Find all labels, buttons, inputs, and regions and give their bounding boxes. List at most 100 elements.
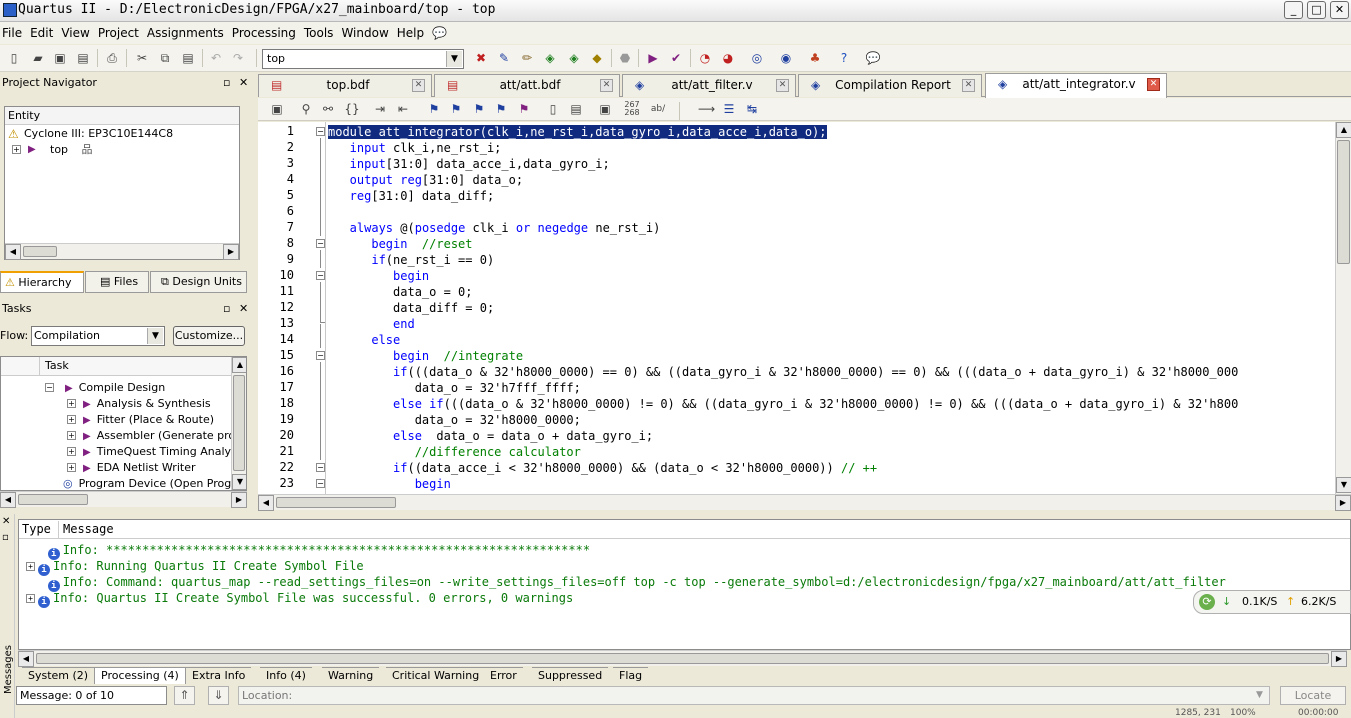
undo-icon[interactable]: ↶: [208, 50, 224, 66]
scroll-thumb[interactable]: [276, 497, 396, 508]
task-row[interactable]: + ▶ Assembler (Generate prog: [67, 428, 242, 444]
prev-bookmark-icon[interactable]: ⚑: [471, 101, 487, 117]
menu-assignments[interactable]: Assignments: [147, 26, 232, 40]
tab-att-bdf[interactable]: ▤ att/att.bdf ✕: [434, 74, 620, 97]
close-tab-icon[interactable]: ✕: [1147, 78, 1160, 91]
menu-tools[interactable]: Tools: [304, 26, 342, 40]
tab-files[interactable]: ▤ Files: [85, 271, 149, 293]
redo-icon[interactable]: ↷: [230, 50, 246, 66]
close-pane-icon[interactable]: ✕: [239, 300, 248, 317]
list-icon[interactable]: ☰: [721, 101, 737, 117]
fold-toggle[interactable]: −: [316, 351, 325, 360]
tab-top-bdf[interactable]: ▤ top.bdf ✕: [258, 74, 432, 97]
float-pane-icon[interactable]: ▫: [223, 74, 230, 91]
menu-project[interactable]: Project: [98, 26, 147, 40]
find-replace-icon[interactable]: ⚯: [320, 101, 336, 117]
scroll-down-icon[interactable]: ▼: [1336, 477, 1351, 493]
scroll-right-icon[interactable]: ▶: [231, 492, 247, 508]
code-line-14[interactable]: else: [328, 332, 400, 348]
code-line-1[interactable]: module att_integrator(clk_i,ne_rst_i,dat…: [328, 124, 827, 140]
clear-bookmark-icon[interactable]: ⚑: [493, 101, 509, 117]
tab-critical-warning[interactable]: Critical Warning: [386, 667, 486, 684]
prev-message-icon[interactable]: ⇑: [174, 686, 195, 705]
chevron-down-icon[interactable]: ▼: [147, 328, 163, 344]
code-line-19[interactable]: data_o = 32'h8000_0000;: [328, 412, 581, 428]
outdent-icon[interactable]: ⇤: [395, 101, 411, 117]
chevron-down-icon[interactable]: ▼: [446, 51, 462, 67]
stop-icon[interactable]: ⬣: [617, 50, 633, 66]
text-editor-icon[interactable]: ▣: [269, 101, 285, 117]
code-line-13[interactable]: end: [328, 316, 415, 332]
code-line-4[interactable]: output reg[31:0] data_o;: [328, 172, 523, 188]
scroll-thumb[interactable]: [18, 494, 88, 505]
close-tab-icon[interactable]: ✕: [776, 79, 789, 92]
code-vscroll[interactable]: ▲ ▼: [1335, 122, 1351, 494]
code-line-9[interactable]: if(ne_rst_i == 0): [328, 252, 494, 268]
insert-template-icon[interactable]: ▯: [545, 101, 561, 117]
tab-extra-info[interactable]: Extra Info: [186, 667, 252, 684]
netlist-viewer-icon[interactable]: ✖: [473, 50, 489, 66]
code-line-20[interactable]: else data_o = data_o + data_gyro_i;: [328, 428, 653, 444]
arrow-right-icon[interactable]: ⟶: [698, 101, 715, 117]
template-icon[interactable]: ▤: [568, 101, 584, 117]
signaltap-icon[interactable]: ◉: [778, 50, 794, 66]
task-vscroll[interactable]: ▲ ▼: [231, 357, 246, 490]
comment-icon[interactable]: ▣: [597, 101, 613, 117]
code-line-7[interactable]: always @(posedge clk_i or negedge ne_rst…: [328, 220, 661, 236]
programmer-icon[interactable]: ◎: [749, 50, 765, 66]
code-line-22[interactable]: if((data_acce_i < 32'h8000_0000) && (dat…: [328, 460, 877, 476]
scroll-up-icon[interactable]: ▲: [1336, 122, 1351, 138]
code-line-8[interactable]: begin //reset: [328, 236, 472, 252]
menu-processing[interactable]: Processing: [232, 26, 304, 40]
flow-combo[interactable]: Compilation ▼: [31, 326, 165, 346]
tab-flag[interactable]: Flag: [613, 667, 649, 684]
print-icon[interactable]: ⎙: [104, 50, 120, 66]
task-row[interactable]: ◎Program Device (Open Programmer): [63, 476, 246, 490]
message-hscroll[interactable]: ◀ ▶: [18, 650, 1347, 667]
minimize-button[interactable]: _: [1284, 1, 1303, 19]
help-balloon-icon[interactable]: 💬: [432, 26, 455, 40]
braces-icon[interactable]: {}: [344, 101, 360, 117]
indent-icon[interactable]: ⇥: [372, 101, 388, 117]
scroll-thumb[interactable]: [36, 653, 1329, 664]
bookmark-all-icon[interactable]: ⚑: [516, 101, 532, 117]
tab-att-integrator[interactable]: ◈ att/att_integrator.v ✕: [985, 73, 1167, 98]
new-file-icon[interactable]: ▯: [6, 50, 22, 66]
line-number-icon[interactable]: 267 268: [624, 101, 640, 117]
help-topic-icon[interactable]: 💬: [865, 50, 881, 66]
scroll-right-icon[interactable]: ▶: [1335, 495, 1351, 511]
task-row[interactable]: + ▶ Fitter (Place & Route): [67, 412, 214, 428]
design-partitions-icon[interactable]: ◆: [589, 50, 605, 66]
float-pane-icon[interactable]: ▫: [223, 300, 230, 317]
tab-info[interactable]: Info (4): [260, 667, 312, 684]
start-compilation-icon[interactable]: ▶: [645, 50, 661, 66]
task-row[interactable]: + ▶ Analysis & Synthesis: [67, 396, 211, 412]
task-hscroll[interactable]: ◀ ▶: [0, 491, 247, 508]
message-column-header[interactable]: Message: [63, 520, 114, 538]
code-line-15[interactable]: begin //integrate: [328, 348, 523, 364]
code-line-17[interactable]: data_o = 32'h7fff_ffff;: [328, 380, 581, 396]
locate-button[interactable]: Locate: [1280, 686, 1346, 705]
start-analysis-icon[interactable]: ✔: [668, 50, 684, 66]
bookmark-icon[interactable]: ⚑: [426, 101, 442, 117]
scroll-left-icon[interactable]: ◀: [0, 492, 16, 508]
code-hscroll[interactable]: ◀ ▶: [258, 494, 1351, 511]
tab-compilation-report[interactable]: ◈ Compilation Report ✕: [798, 74, 982, 97]
type-column-header[interactable]: Type: [22, 520, 51, 538]
device-row[interactable]: ⚠ Cyclone III: EP3C10E144C8: [6, 126, 173, 142]
menu-file[interactable]: File: [2, 26, 30, 40]
chevron-down-icon[interactable]: ▼: [1252, 688, 1267, 703]
code-line-5[interactable]: reg[31:0] data_diff;: [328, 188, 495, 204]
close-tab-icon[interactable]: ✕: [600, 79, 613, 92]
top-entity-row[interactable]: + ▶ top 品: [6, 142, 93, 158]
message-row[interactable]: + i Info: Quartus II Create Symbol File wa…: [26, 590, 573, 608]
help-icon[interactable]: ?: [836, 50, 852, 66]
close-pane-icon[interactable]: ✕: [239, 74, 248, 91]
chip-planner-icon[interactable]: ✎: [496, 50, 512, 66]
scroll-thumb[interactable]: [23, 246, 57, 257]
code-line-2[interactable]: input clk_i,ne_rst_i;: [328, 140, 502, 156]
menu-window[interactable]: Window: [341, 26, 396, 40]
open-folder-icon[interactable]: ▰: [30, 50, 46, 66]
refresh-icon[interactable]: ⟳: [1199, 594, 1215, 610]
fold-toggle[interactable]: −: [316, 463, 325, 472]
